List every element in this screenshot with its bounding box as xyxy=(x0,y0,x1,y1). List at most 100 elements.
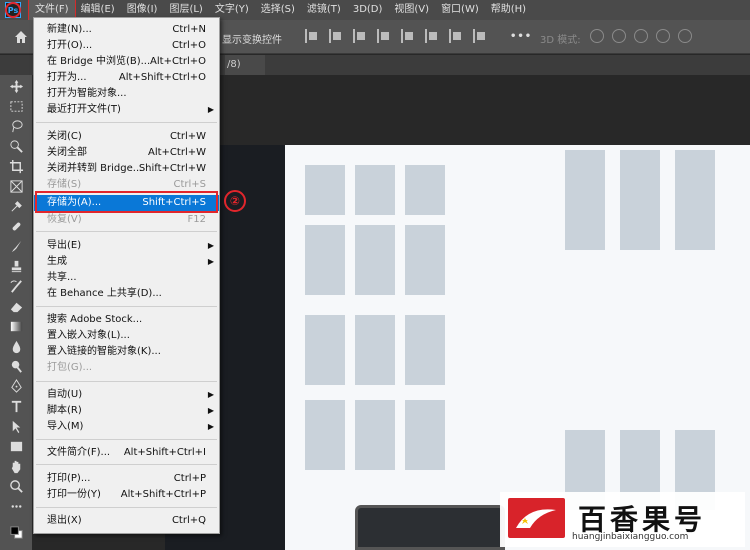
menu-window[interactable]: 窗口(W) xyxy=(435,0,485,20)
menu-item-label: 共享... xyxy=(47,272,77,283)
menu-item-print-one-copy[interactable]: 打印一份(Y) Alt+Shift+Ctrl+P xyxy=(34,487,219,503)
hand-tool-icon[interactable] xyxy=(6,457,26,475)
crop-tool-icon[interactable] xyxy=(6,157,26,175)
menu-item-scripts[interactable]: 脚本(R) ▶ xyxy=(34,403,219,419)
menu-item-close-goto-bridge[interactable]: 关闭并转到 Bridge... Shift+Ctrl+W xyxy=(34,161,219,177)
submenu-arrow-icon: ▶ xyxy=(207,390,214,399)
distribute-icon[interactable] xyxy=(377,29,390,43)
menu-item-export[interactable]: 导出(E) ▶ xyxy=(34,238,219,254)
align-middle-icon[interactable] xyxy=(425,29,438,43)
menu-item-place-linked[interactable]: 置入链接的智能对象(K)... xyxy=(34,344,219,360)
menu-item-revert[interactable]: 恢复(V) F12 xyxy=(34,212,219,228)
menu-item-label: 打开为智能对象... xyxy=(47,88,127,99)
menu-item-shortcut: Ctrl+Q xyxy=(171,515,206,526)
3d-slide-icon[interactable] xyxy=(656,29,670,43)
show-transform-controls-label[interactable]: 显示变换控件 xyxy=(222,31,282,46)
menu-item-exit[interactable]: 退出(X) Ctrl+Q xyxy=(34,513,219,529)
path-selection-tool-icon[interactable] xyxy=(6,417,26,435)
menu-separator xyxy=(36,439,217,440)
watermark-logo-icon xyxy=(508,498,565,538)
clone-stamp-tool-icon[interactable] xyxy=(6,257,26,275)
menu-item-label: 脚本(R) xyxy=(47,405,82,416)
align-center-icon[interactable] xyxy=(329,29,342,43)
3d-roll-icon[interactable] xyxy=(612,29,626,43)
healing-brush-tool-icon[interactable] xyxy=(6,217,26,235)
menu-item-share[interactable]: 共享... xyxy=(34,270,219,286)
more-options-icon[interactable]: ••• xyxy=(510,31,532,42)
history-brush-tool-icon[interactable] xyxy=(6,277,26,295)
3d-pan-icon[interactable] xyxy=(634,29,648,43)
menu-item-print[interactable]: 打印(P)... Ctrl+P xyxy=(34,471,219,487)
menu-item-generate[interactable]: 生成 ▶ xyxy=(34,254,219,270)
menu-item-label: 打包(G)... xyxy=(47,362,93,373)
menu-item-open-smart-object[interactable]: 打开为智能对象... xyxy=(34,86,219,102)
watermark: 百香果号 huangjinbaixiangguo.com xyxy=(500,492,745,547)
more-tools-icon[interactable] xyxy=(6,497,26,515)
align-buttons xyxy=(305,29,486,43)
lasso-tool-icon[interactable] xyxy=(6,117,26,135)
menu-item-open[interactable]: 打开(O)... Ctrl+O xyxy=(34,38,219,54)
3d-scale-icon[interactable] xyxy=(678,29,692,43)
zoom-tool-icon[interactable] xyxy=(6,477,26,495)
menu-item-label: 新建(N)... xyxy=(47,24,92,35)
menu-filter[interactable]: 滤镜(T) xyxy=(301,0,347,20)
menu-item-label: 打印一份(Y) xyxy=(47,489,101,500)
menu-separator xyxy=(36,464,217,465)
move-tool-icon[interactable] xyxy=(6,77,26,95)
align-right-icon[interactable] xyxy=(353,29,366,43)
align-bottom-icon[interactable] xyxy=(449,29,462,43)
gradient-tool-icon[interactable] xyxy=(6,317,26,335)
color-swatches-icon[interactable] xyxy=(6,523,26,541)
menu-item-close[interactable]: 关闭(C) Ctrl+W xyxy=(34,129,219,145)
menu-3d[interactable]: 3D(D) xyxy=(347,0,389,20)
document-tab[interactable]: /8) xyxy=(225,55,265,75)
menu-select[interactable]: 选择(S) xyxy=(255,0,301,20)
brush-tool-icon[interactable] xyxy=(6,237,26,255)
menu-item-browse-bridge[interactable]: 在 Bridge 中浏览(B)... Alt+Ctrl+O xyxy=(34,54,219,70)
menu-item-package[interactable]: 打包(G)... xyxy=(34,360,219,376)
menu-separator xyxy=(36,306,217,307)
submenu-arrow-icon: ▶ xyxy=(207,406,214,415)
menu-item-shortcut: Ctrl+O xyxy=(171,40,206,51)
rectangle-tool-icon[interactable] xyxy=(6,437,26,455)
blur-tool-icon[interactable] xyxy=(6,337,26,355)
align-left-icon[interactable] xyxy=(305,29,318,43)
dodge-tool-icon[interactable] xyxy=(6,357,26,375)
menu-item-automate[interactable]: 自动(U) ▶ xyxy=(34,387,219,403)
menu-item-shortcut: Alt+Ctrl+O xyxy=(150,56,206,67)
home-icon[interactable] xyxy=(13,29,29,45)
menu-item-place-embedded[interactable]: 置入嵌入对象(L)... xyxy=(34,328,219,344)
menu-separator xyxy=(36,381,217,382)
pen-tool-icon[interactable] xyxy=(6,377,26,395)
menu-item-search-adobe-stock[interactable]: 搜索 Adobe Stock... xyxy=(34,312,219,328)
menu-item-label: 关闭全部 xyxy=(47,147,87,158)
frame-tool-icon[interactable] xyxy=(6,177,26,195)
menu-item-label: 导入(M) xyxy=(47,421,84,432)
align-top-icon[interactable] xyxy=(401,29,414,43)
menu-item-close-all[interactable]: 关闭全部 Alt+Ctrl+W xyxy=(34,145,219,161)
menu-item-label: 自动(U) xyxy=(47,389,83,400)
3d-mode-icons xyxy=(590,29,692,43)
menu-help[interactable]: 帮助(H) xyxy=(485,0,532,20)
distribute-vertical-icon[interactable] xyxy=(473,29,486,43)
quick-selection-tool-icon[interactable] xyxy=(6,137,26,155)
document-image xyxy=(165,145,750,550)
menu-item-file-info[interactable]: 文件简介(F)... Alt+Shift+Ctrl+I xyxy=(34,445,219,461)
eraser-tool-icon[interactable] xyxy=(6,297,26,315)
submenu-arrow-icon: ▶ xyxy=(207,105,214,114)
menu-item-label: 文件简介(F)... xyxy=(47,447,111,458)
menu-item-shortcut: Alt+Ctrl+W xyxy=(148,147,206,158)
menu-item-label: 打开为... xyxy=(47,72,87,83)
eyedropper-tool-icon[interactable] xyxy=(6,197,26,215)
3d-orbit-icon[interactable] xyxy=(590,29,604,43)
menu-item-new[interactable]: 新建(N)... Ctrl+N xyxy=(34,22,219,38)
menu-item-recent[interactable]: 最近打开文件(T) ▶ xyxy=(34,102,219,118)
submenu-arrow-icon: ▶ xyxy=(207,422,214,431)
menu-view[interactable]: 视图(V) xyxy=(388,0,435,20)
marquee-tool-icon[interactable] xyxy=(6,97,26,115)
menu-separator xyxy=(36,122,217,123)
menu-item-open-as[interactable]: 打开为... Alt+Shift+Ctrl+O xyxy=(34,70,219,86)
type-tool-icon[interactable] xyxy=(6,397,26,415)
menu-item-import[interactable]: 导入(M) ▶ xyxy=(34,419,219,435)
menu-item-share-behance[interactable]: 在 Behance 上共享(D)... xyxy=(34,286,219,302)
